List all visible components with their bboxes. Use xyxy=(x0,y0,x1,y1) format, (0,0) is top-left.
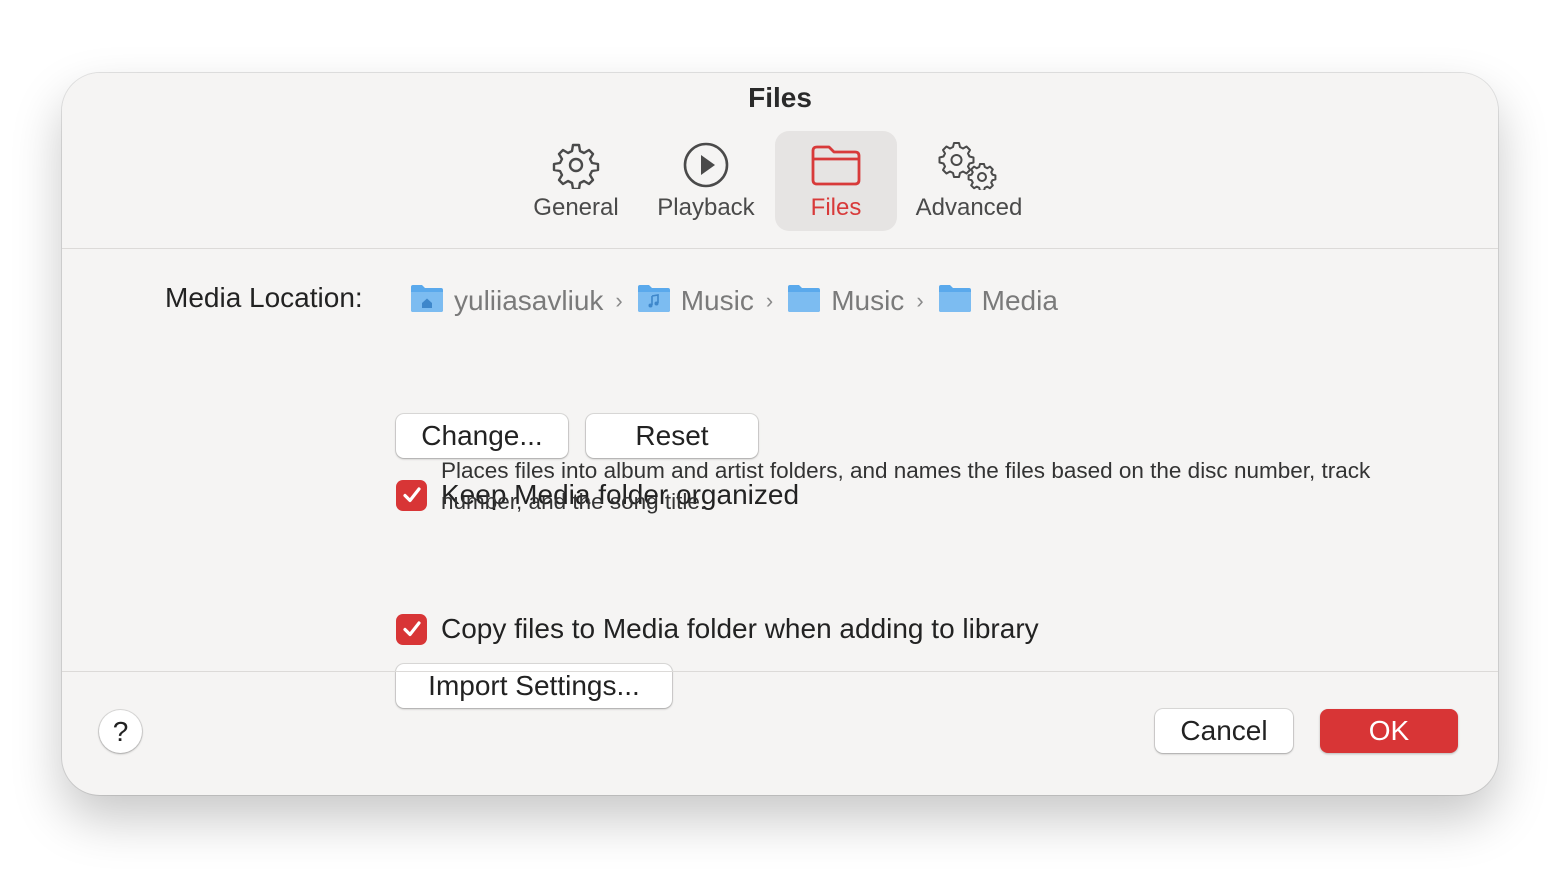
folder-icon xyxy=(775,141,897,189)
ok-button[interactable]: OK xyxy=(1320,709,1458,753)
chevron-right-icon: › xyxy=(615,288,623,313)
tab-playback-label: Playback xyxy=(657,194,755,221)
tab-general[interactable]: General xyxy=(514,131,638,231)
chevron-right-icon: › xyxy=(916,288,924,313)
play-circle-icon xyxy=(644,141,768,189)
tab-advanced-label: Advanced xyxy=(915,194,1023,221)
media-location-path: yuliiasavliuk › Music › Music › Media xyxy=(410,281,1058,321)
folder-icon xyxy=(938,283,972,320)
gears-icon xyxy=(904,141,1034,190)
cancel-button[interactable]: Cancel xyxy=(1155,709,1293,753)
chevron-right-icon: › xyxy=(765,288,774,313)
keep-organized-description: Places files into album and artist folde… xyxy=(441,458,1371,514)
media-location-label: Media Location: xyxy=(165,282,363,313)
files-pane: Media Location: yuliiasavliuk › Music › … xyxy=(62,249,1498,708)
window-title: Files xyxy=(748,82,812,113)
change-button[interactable]: Change... xyxy=(396,414,568,458)
path-crumb-home: yuliiasavliuk › xyxy=(410,283,637,320)
folder-icon xyxy=(787,283,821,320)
tab-files-label: Files xyxy=(810,194,862,221)
preferences-window: Files General Playback Files Advanced Me… xyxy=(62,73,1498,795)
tab-files[interactable]: Files xyxy=(775,131,897,231)
path-crumb-music-1-name: Music xyxy=(680,285,754,316)
music-folder-icon xyxy=(637,283,671,320)
tab-advanced[interactable]: Advanced xyxy=(904,131,1034,231)
tab-general-label: General xyxy=(533,194,619,221)
checkmark-icon xyxy=(402,487,421,503)
path-crumb-music-2-name: Music xyxy=(831,285,905,316)
copy-files-checkbox[interactable] xyxy=(396,613,427,645)
path-crumb-music-1: Music › xyxy=(637,283,787,320)
footer: ? Cancel OK xyxy=(62,671,1498,795)
tab-playback[interactable]: Playback xyxy=(644,131,768,231)
path-crumb-home-name: yuliiasavliuk xyxy=(454,285,604,316)
copy-files-label: Copy files to Media folder when adding t… xyxy=(441,613,1039,644)
help-button[interactable]: ? xyxy=(99,710,142,753)
reset-button[interactable]: Reset xyxy=(586,414,758,458)
path-crumb-music-2: Music › xyxy=(787,283,937,320)
toolbar: Files General Playback Files Advanced xyxy=(62,73,1498,249)
gear-icon xyxy=(514,141,638,189)
checkmark-icon xyxy=(402,621,421,637)
keep-organized-checkbox[interactable] xyxy=(396,479,427,511)
path-crumb-media: Media xyxy=(938,283,1058,320)
copy-files-option[interactable]: Copy files to Media folder when adding t… xyxy=(396,612,1039,646)
path-crumb-media-name: Media xyxy=(981,285,1058,316)
home-folder-icon xyxy=(410,283,444,320)
